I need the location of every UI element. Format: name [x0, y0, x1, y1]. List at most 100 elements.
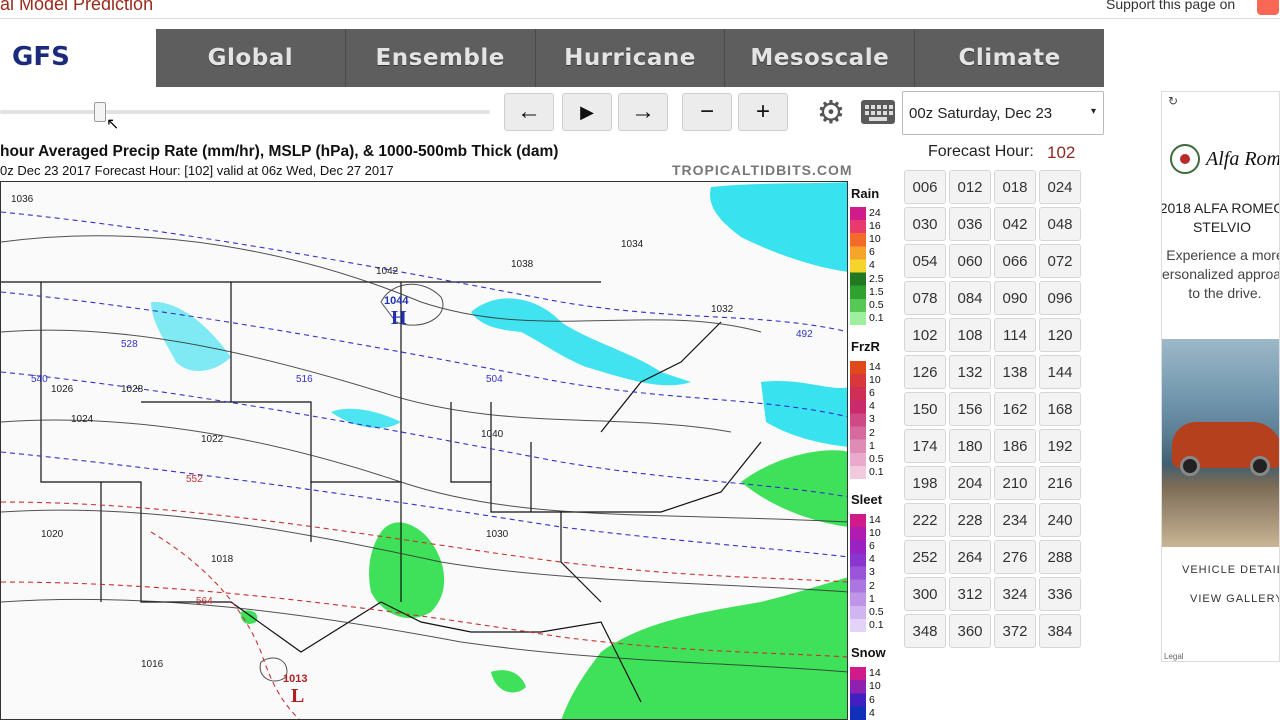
forecast-hour-button[interactable]: 090	[994, 281, 1036, 315]
model-run-select[interactable]: 00z Saturday, Dec 23 ▾	[902, 91, 1104, 135]
forecast-hour-button[interactable]: 066	[994, 244, 1036, 278]
forecast-hour-button[interactable]: 180	[949, 429, 991, 463]
model-run-value: 00z Saturday, Dec 23	[909, 104, 1053, 122]
forecast-hour-button[interactable]: 360	[949, 614, 991, 648]
legend-tick-label: 0.5	[869, 605, 884, 618]
forecast-hour-button[interactable]: 102	[904, 318, 946, 352]
forecast-hour-button[interactable]: 108	[949, 318, 991, 352]
chevron-down-icon: ▾	[1090, 106, 1096, 117]
forecast-hour-button[interactable]: 234	[994, 503, 1036, 537]
legend-tick-label: 0.1	[869, 465, 884, 478]
forecast-hour-button[interactable]: 240	[1039, 503, 1081, 537]
forecast-hour-button[interactable]: 372	[994, 614, 1036, 648]
map-watermark: TROPICALTIDBITS.COM	[672, 162, 853, 178]
forecast-hour-button[interactable]: 024	[1039, 170, 1081, 204]
forecast-hour-button[interactable]: 384	[1039, 614, 1081, 648]
forecast-hour-button[interactable]: 144	[1039, 355, 1081, 389]
refresh-icon[interactable]: ↻	[1168, 94, 1178, 108]
forecast-hour-button[interactable]: 072	[1039, 244, 1081, 278]
forecast-hour-button[interactable]: 132	[949, 355, 991, 389]
model-name[interactable]: GFS	[12, 42, 70, 72]
legend-tick-label: 6	[869, 387, 875, 400]
thickness-label: 540	[31, 374, 48, 385]
forecast-hour-button[interactable]: 222	[904, 503, 946, 537]
isobar-label: 1036	[11, 194, 34, 205]
weather-map[interactable]: 1036 1038 1042 1040 1032 1028 1024 1022 …	[0, 181, 848, 720]
gear-icon[interactable]: ⚙	[813, 94, 849, 130]
isobar-label: 1026	[51, 384, 74, 395]
forecast-hour-button[interactable]: 054	[904, 244, 946, 278]
forecast-hour-button[interactable]: 204	[949, 466, 991, 500]
forecast-hour-button[interactable]: 126	[904, 355, 946, 389]
ad-legal-link[interactable]: Legal	[1164, 652, 1184, 661]
legend-tick-label: 6	[869, 540, 875, 553]
nav-mesoscale[interactable]: Mesoscale	[725, 29, 916, 87]
nav-climate[interactable]: Climate	[915, 29, 1104, 87]
forecast-hour-button[interactable]: 060	[949, 244, 991, 278]
forecast-hour-button[interactable]: 006	[904, 170, 946, 204]
legend-tick-label: 24	[869, 207, 881, 219]
forecast-hour-button[interactable]: 324	[994, 577, 1036, 611]
legend-frzr-bar	[850, 361, 866, 479]
forecast-hour-button[interactable]: 288	[1039, 540, 1081, 574]
forecast-hour-button[interactable]: 078	[904, 281, 946, 315]
forecast-hour-button[interactable]: 276	[994, 540, 1036, 574]
forecast-slider-handle[interactable]	[94, 102, 106, 122]
page: al Model Prediction Support this page on…	[0, 0, 1280, 720]
forecast-hour-button[interactable]: 174	[904, 429, 946, 463]
map-title: hour Averaged Precip Rate (mm/hr), MSLP …	[0, 143, 559, 160]
forecast-hour-button[interactable]: 216	[1039, 466, 1081, 500]
keyboard-icon[interactable]	[861, 100, 895, 124]
forecast-hour-button[interactable]: 018	[994, 170, 1036, 204]
arrow-left-icon: ←	[517, 98, 541, 125]
forecast-hour-button[interactable]: 156	[949, 392, 991, 426]
forecast-hour-button[interactable]: 198	[904, 466, 946, 500]
forecast-hour-button[interactable]: 114	[994, 318, 1036, 352]
nav-global[interactable]: Global	[156, 29, 346, 87]
thickness-label: 504	[486, 374, 503, 385]
forecast-hour-button[interactable]: 042	[994, 207, 1036, 241]
ad-model: 2018 ALFA ROMEO STELVIO	[1161, 200, 1280, 235]
forecast-hour-button[interactable]: 348	[904, 614, 946, 648]
play-icon: ▶	[580, 101, 594, 122]
prev-frame-button[interactable]: ←	[504, 93, 554, 131]
zoom-in-button[interactable]: +	[738, 93, 788, 131]
forecast-hour-button[interactable]: 228	[949, 503, 991, 537]
vehicle-details-link[interactable]: VEHICLE DETAILS	[1182, 564, 1279, 576]
view-gallery-link[interactable]: VIEW GALLERY	[1190, 593, 1279, 605]
forecast-hour-button[interactable]: 030	[904, 207, 946, 241]
forecast-hour-button[interactable]: 048	[1039, 207, 1081, 241]
forecast-hour-button[interactable]: 252	[904, 540, 946, 574]
forecast-slider-track[interactable]	[0, 110, 490, 114]
forecast-hour-button[interactable]: 186	[994, 429, 1036, 463]
zoom-out-button[interactable]: −	[682, 93, 732, 131]
patreon-icon[interactable]	[1257, 0, 1279, 15]
forecast-hour-button[interactable]: 120	[1039, 318, 1081, 352]
forecast-hour-button[interactable]: 162	[994, 392, 1036, 426]
nav-hurricane[interactable]: Hurricane	[536, 29, 726, 87]
forecast-hour-button[interactable]: 012	[949, 170, 991, 204]
legend-tick-label: 16	[869, 220, 881, 233]
legend-snow-title: Snow	[851, 645, 886, 660]
forecast-hour-button[interactable]: 312	[949, 577, 991, 611]
support-text[interactable]: Support this page on	[1106, 0, 1235, 12]
forecast-hour-button[interactable]: 336	[1039, 577, 1081, 611]
forecast-hour-button[interactable]: 096	[1039, 281, 1081, 315]
forecast-hour-button[interactable]: 168	[1039, 392, 1081, 426]
forecast-hour-button[interactable]: 036	[949, 207, 991, 241]
next-frame-button[interactable]: →	[618, 93, 668, 131]
legend-tick-label: 4	[869, 706, 875, 719]
forecast-hour-button[interactable]: 150	[904, 392, 946, 426]
forecast-hour-button[interactable]: 210	[994, 466, 1036, 500]
legend-tick-label: 1.5	[869, 285, 884, 298]
legend-tick-label: 0.1	[869, 311, 884, 324]
forecast-hour-button[interactable]: 192	[1039, 429, 1081, 463]
forecast-hour-button[interactable]: 084	[949, 281, 991, 315]
forecast-hour-button[interactable]: 300	[904, 577, 946, 611]
forecast-hour-button[interactable]: 138	[994, 355, 1036, 389]
nav-ensemble[interactable]: Ensemble	[346, 29, 536, 87]
plus-icon: +	[755, 98, 770, 125]
advertisement[interactable]: ↻ Alfa Romeo 2018 ALFA ROMEO STELVIO Exp…	[1161, 91, 1280, 662]
play-button[interactable]: ▶	[562, 93, 612, 131]
forecast-hour-button[interactable]: 264	[949, 540, 991, 574]
